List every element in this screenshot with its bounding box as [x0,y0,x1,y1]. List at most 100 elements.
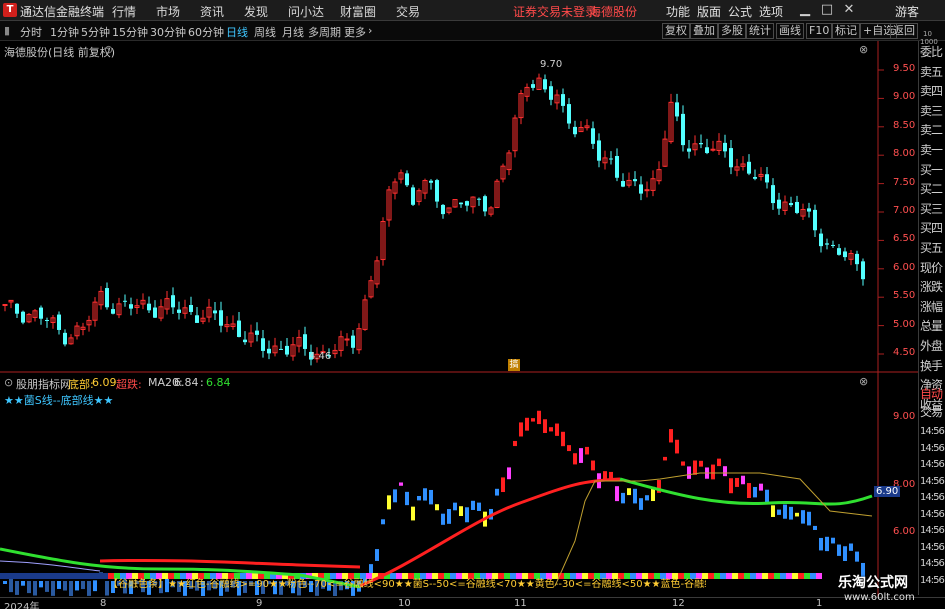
close-icon[interactable]: ✕ [840,1,858,19]
candle-body [477,198,481,200]
button-huaxian[interactable]: 画线 [776,23,804,39]
menu-banmian[interactable]: 版面 [697,3,721,20]
indicator-bar [837,544,841,556]
period-1min[interactable]: 1分钟 [50,24,79,40]
period-weekly[interactable]: 周线 [254,24,276,40]
button-tongji[interactable]: 统计 [746,23,774,39]
button-biaoji[interactable]: 标记 [832,23,860,39]
candle-body [177,309,181,313]
period-30min[interactable]: 30分钟 [150,24,186,40]
menu-gongneng[interactable]: 功能 [666,3,690,20]
minimize-icon[interactable]: ▁ [796,1,814,19]
menu-faxian[interactable]: 发现 [244,3,268,20]
indicator-bar [579,448,583,463]
period-fenshi[interactable]: 分时 [20,24,42,40]
chart-close-icon[interactable]: ⊗ [859,43,868,56]
candle-body [777,199,781,209]
quote-panel: 10 1000 委比 卖五 卖四 卖三 卖二 卖一 买一 买二 买三 买四 买五 现价 涨跌 涨幅 总量 外盘… [918,30,945,595]
indicator-bar [723,466,727,477]
menu-xuanxiang[interactable]: 选项 [759,3,783,20]
menu-zixun[interactable]: 资讯 [200,3,224,20]
indicator-bar [843,546,847,562]
indicator-bar [615,486,619,502]
candle-body [855,253,859,265]
indicator-bar [411,506,415,521]
indicator-bar [381,519,385,525]
quote-item: 涨幅 [920,299,943,314]
menu-caifuquan[interactable]: 财富圈 [340,3,376,20]
button-fuquan[interactable]: 复权 [662,23,690,39]
high-price-label: 9.70 [540,59,563,70]
app-logo-icon: T [3,3,17,17]
indicator-bar [807,511,811,526]
menu-hangqing[interactable]: 行情 [112,3,136,20]
date-label: 8 [100,598,107,609]
indicator-bar [447,509,451,524]
login-status[interactable]: 证券交易未登录 [513,3,597,20]
period-daily[interactable]: 日线 [226,24,248,40]
quote-item: 委比 [920,45,943,59]
menu-wenxiaoda[interactable]: 问小达 [288,3,324,20]
period-5min[interactable]: 5分钟 [81,24,110,40]
color-strip-cell [780,573,786,579]
menu-gongshi[interactable]: 公式 [728,3,752,20]
current-stock: 海德股份 [589,5,638,19]
price-tick: 5.50 [893,290,916,302]
button-f10[interactable]: F10 [806,23,833,39]
user-label[interactable]: 游客 [895,3,919,20]
period-60min[interactable]: 60分钟 [188,24,224,40]
candle-body [807,208,811,212]
candle-body [344,338,350,341]
toolbar-lock-icon[interactable]: ▮ [4,24,10,37]
watermark-title: 乐淘公式网 [838,575,908,591]
candle-body [63,332,67,345]
date-label: 2024年 [4,602,40,609]
color-strip-cell [816,573,822,579]
indicator-bar [855,551,859,562]
candle-body [111,309,115,314]
menu-jiaoyi[interactable]: 交易 [396,3,420,20]
event-marker[interactable]: 搞 [508,359,520,371]
color-strip-cell [750,573,756,579]
period-monthly[interactable]: 月线 [282,24,304,40]
date-label: 12 [672,598,685,609]
indicator-bar [57,581,61,589]
indicator-settings-icon[interactable]: ⊙ [4,376,13,389]
ma20-value-2: 6.84 [206,376,231,389]
candle-body [243,339,247,343]
candle-body [429,180,433,183]
indicator-bar [729,478,733,494]
candle-body [129,304,133,309]
indicator-bar [405,491,409,506]
period-multi[interactable]: 多周期 [308,24,341,40]
button-back[interactable]: 返回 [890,23,918,39]
indicator-bar [645,495,649,501]
period-more[interactable]: 更多 [344,24,366,40]
candle-body [644,189,650,192]
bottom-value: 6.09 [92,376,117,389]
tick-time: 14:56 [920,574,945,586]
maximize-icon[interactable]: □ [818,1,836,19]
candle-body [255,330,259,335]
period-15min[interactable]: 15分钟 [112,24,148,40]
candle-body [411,187,415,205]
auto-button[interactable]: 自动 [920,385,945,404]
indicator-bar [519,422,523,437]
button-duogu[interactable]: 多股 [718,23,746,39]
menu-shichang[interactable]: 市场 [156,3,180,20]
candle-body [549,86,553,100]
quote-item: 买三 [920,201,943,216]
indicator-bar [795,512,799,517]
trade-button[interactable]: 交易 [920,403,945,422]
chart-settings-icon[interactable]: ⊙ [104,43,113,56]
candle-body [837,248,841,255]
button-diejia[interactable]: 叠加 [690,23,718,39]
stock-chart[interactable] [0,41,918,597]
indicator-bar [417,495,421,501]
indicator-bar [585,446,589,455]
price-tick: 6.50 [893,233,916,245]
candle-body [675,102,679,117]
indicator-close-icon[interactable]: ⊗ [859,375,868,388]
candle-body [567,104,571,124]
chevron-right-icon[interactable]: › [368,24,372,37]
